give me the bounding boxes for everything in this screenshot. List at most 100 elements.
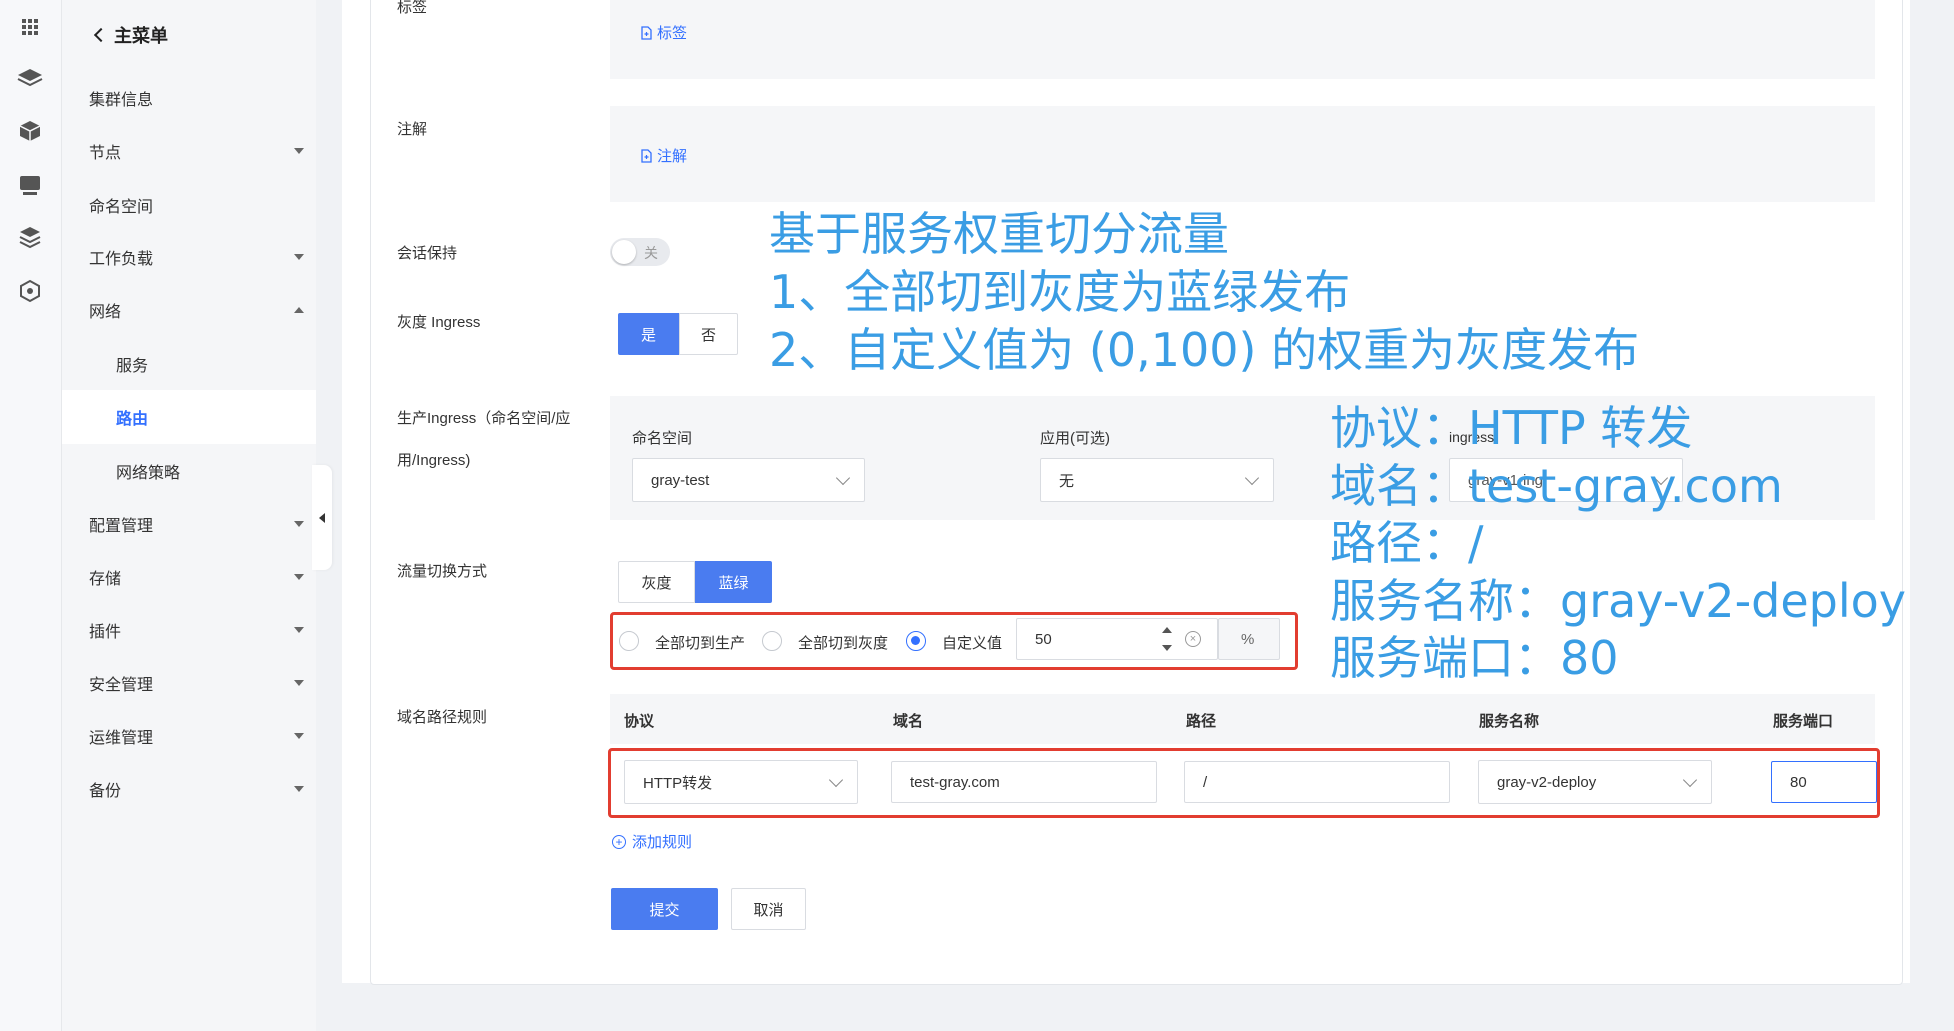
annotations-label: 注解 [397, 121, 428, 138]
sidebar-item-label: 路由 [116, 411, 149, 428]
sidebar: 主菜单 集群信息 节点 命名空间 工作负载 网络 服务 路由 网络策略 配置管理… [62, 0, 316, 1031]
sidebar-collapse-handle[interactable] [312, 465, 332, 570]
gray-ingress-no-button[interactable]: 否 [679, 313, 738, 355]
annotations-link-text: 注解 [657, 148, 688, 165]
chevron-down-icon [1244, 470, 1260, 486]
add-rule-link[interactable]: + 添加规则 [612, 831, 692, 852]
cube-icon[interactable] [15, 116, 45, 146]
sidebar-item-label: 插件 [89, 624, 122, 641]
port-input[interactable]: 80 [1771, 761, 1877, 803]
sidebar-item-network[interactable]: 网络 [89, 291, 304, 329]
sidebar-item-plugins[interactable]: 插件 [89, 611, 304, 649]
labels-link-text: 标签 [657, 25, 688, 42]
port-value: 80 [1790, 773, 1807, 791]
prod-ingress-label-line1: 生产Ingress（命名空间/应 [397, 410, 571, 427]
monitor-icon[interactable] [15, 170, 45, 200]
app-head: 应用(可选) [1040, 430, 1110, 447]
gray-ingress-label: 灰度 Ingress [397, 314, 481, 331]
sidebar-item-config[interactable]: 配置管理 [89, 505, 304, 543]
sidebar-item-backup[interactable]: 备份 [89, 770, 304, 808]
sidebar-item-workload[interactable]: 工作负载 [89, 238, 304, 276]
sidebar-item-security[interactable]: 安全管理 [89, 664, 304, 702]
sidebar-item-label: 配置管理 [89, 518, 154, 535]
service-select[interactable]: gray-v2-deploy [1478, 760, 1712, 804]
sidebar-item-service[interactable]: 服务 [116, 345, 331, 383]
chevron-down-icon [828, 772, 844, 788]
chevron-down-icon [1682, 772, 1698, 788]
sidebar-item-label: 命名空间 [89, 199, 154, 216]
cancel-button[interactable]: 取消 [731, 888, 806, 930]
stepper-down-icon[interactable] [1162, 645, 1172, 651]
file-icon [641, 148, 652, 163]
annotation-protocol: 协议：HTTP 转发 [1330, 401, 1693, 455]
namespace-head: 命名空间 [632, 430, 693, 447]
domain-value: test-gray.com [910, 773, 1000, 791]
gray-ingress-yes-button[interactable]: 是 [618, 313, 679, 355]
sidebar-item-label: 网络 [89, 304, 122, 321]
toggle-state-text: 关 [644, 245, 658, 261]
namespace-value: gray-test [651, 471, 710, 489]
apps-grid-icon[interactable] [15, 12, 45, 42]
annotation-domain: 域名：test-gray.com [1330, 459, 1783, 513]
add-labels-link[interactable]: 标签 [640, 22, 687, 43]
service-value: gray-v2-deploy [1497, 773, 1597, 791]
rules-label: 域名路径规则 [397, 709, 488, 726]
switch-bluegreen-button[interactable]: 蓝绿 [695, 561, 772, 603]
sidebar-item-namespace[interactable]: 命名空间 [89, 186, 304, 224]
traffic-switch-label: 流量切换方式 [397, 563, 488, 580]
clear-circle-icon[interactable]: × [1185, 631, 1201, 647]
caret-down-icon [294, 574, 304, 580]
app-root: 主菜单 集群信息 节点 命名空间 工作负载 网络 服务 路由 网络策略 配置管理… [0, 0, 1954, 1031]
radio-all-gray[interactable] [762, 631, 782, 651]
sidebar-item-label: 网络策略 [116, 465, 181, 482]
file-icon [641, 25, 652, 40]
sidebar-item-route[interactable]: 路由 [116, 398, 331, 436]
toggle-knob [612, 240, 636, 264]
prod-ingress-label-line2: 用/Ingress) [397, 452, 471, 469]
caret-down-icon [294, 733, 304, 739]
domain-input[interactable]: test-gray.com [891, 761, 1157, 803]
session-affinity-label: 会话保持 [397, 245, 458, 262]
sidebar-item-ops[interactable]: 运维管理 [89, 717, 304, 755]
add-rule-text: 添加规则 [632, 834, 693, 851]
annotation-service: 服务名称：gray-v2-deploy [1330, 574, 1907, 628]
radio-all-gray-label: 全部切到灰度 [798, 635, 889, 652]
sidebar-item-label: 工作负载 [89, 251, 154, 268]
session-affinity-toggle[interactable]: 关 [610, 238, 670, 266]
annotation-path: 路径：/ [1330, 516, 1484, 570]
add-annotations-link[interactable]: 注解 [640, 145, 687, 166]
app-select[interactable]: 无 [1040, 458, 1274, 502]
namespace-select[interactable]: gray-test [632, 458, 865, 502]
sidebar-item-storage[interactable]: 存储 [89, 558, 304, 596]
submit-button[interactable]: 提交 [611, 888, 718, 930]
radio-all-production-label: 全部切到生产 [655, 635, 746, 652]
network-hex-icon[interactable] [15, 276, 45, 306]
sidebar-item-label: 集群信息 [89, 92, 154, 109]
sidebar-item-nodes[interactable]: 节点 [89, 132, 304, 170]
radio-custom-value-label: 自定义值 [942, 635, 1003, 652]
stack-icon[interactable] [15, 222, 45, 252]
percent-text: % [1241, 630, 1255, 648]
path-value: / [1203, 773, 1208, 791]
caret-down-icon [294, 521, 304, 527]
sidebar-item-label: 备份 [89, 783, 122, 800]
layers-icon[interactable] [15, 62, 45, 92]
sidebar-item-label: 服务 [116, 358, 149, 375]
custom-weight-input[interactable]: 50 × [1016, 618, 1218, 660]
traffic-switch-group: 灰度 蓝绿 [618, 561, 772, 603]
labels-label: 标签 [397, 0, 428, 16]
stepper-up-icon[interactable] [1162, 627, 1172, 633]
annotation-title: 基于服务权重切分流量 [769, 207, 1229, 261]
col-service: 服务名称 [1479, 713, 1540, 730]
radio-all-production[interactable] [619, 631, 639, 651]
sidebar-item-cluster-info[interactable]: 集群信息 [89, 79, 304, 117]
path-input[interactable]: / [1184, 761, 1450, 803]
sidebar-item-network-policy[interactable]: 网络策略 [116, 452, 331, 490]
protocol-select[interactable]: HTTP转发 [624, 760, 858, 804]
back-to-main-menu[interactable]: 主菜单 [93, 22, 168, 48]
switch-gray-button[interactable]: 灰度 [618, 561, 695, 603]
col-port: 服务端口 [1773, 713, 1834, 730]
sidebar-item-label: 存储 [89, 571, 122, 588]
percent-suffix: % [1218, 618, 1280, 660]
radio-custom-value[interactable] [906, 631, 926, 651]
